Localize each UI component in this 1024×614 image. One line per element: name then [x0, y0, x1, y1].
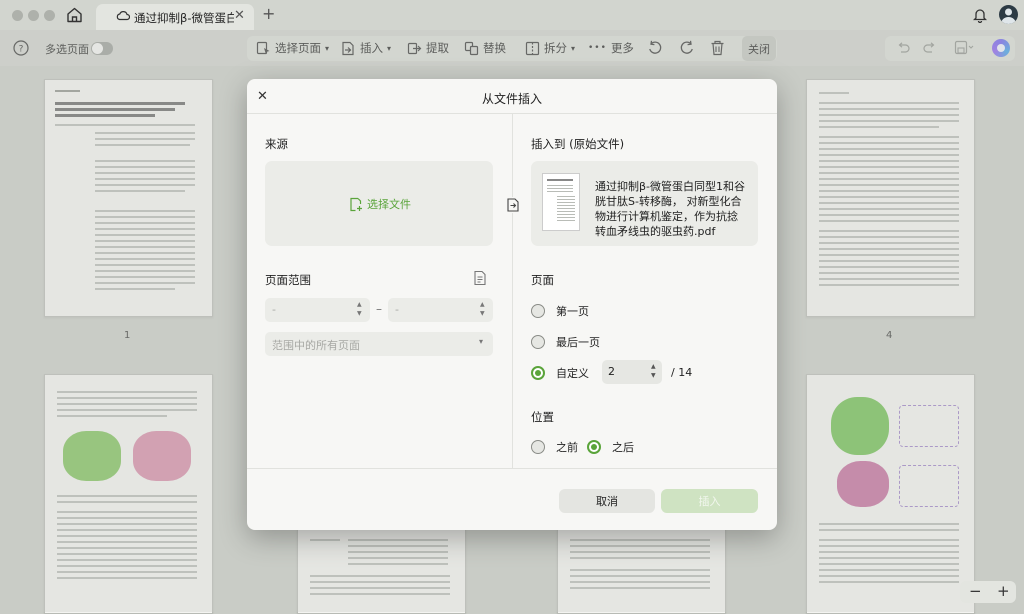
after-option[interactable]: 之后: [587, 439, 634, 455]
last-page-label: 最后一页: [556, 336, 600, 349]
range-to-field[interactable]: - ▲ ▼: [388, 298, 493, 322]
zoom-out-button[interactable]: −: [969, 582, 982, 600]
before-label: 之前: [556, 441, 578, 454]
custom-page-stepper[interactable]: ▲ ▼: [651, 362, 656, 380]
pages-header: 页面: [531, 273, 554, 287]
range-from-stepper[interactable]: ▲ ▼: [357, 300, 362, 318]
range-mode-select[interactable]: 范围中的所有页面 ▾: [265, 332, 493, 356]
first-page-option[interactable]: 第一页: [531, 303, 589, 319]
dialog-title: 从文件插入: [481, 92, 542, 106]
before-radio[interactable]: [531, 440, 545, 454]
document-tab[interactable]: 通过抑制β-微管蛋白同型1 ✕: [96, 4, 254, 30]
target-file-thumbnail: [542, 173, 580, 231]
home-icon[interactable]: [66, 7, 83, 26]
swap-direction-icon[interactable]: [506, 197, 520, 213]
title-bar: 通过抑制β-微管蛋白同型1 ✕ +: [0, 0, 1024, 30]
zoom-controls: − +: [960, 581, 1016, 603]
before-option[interactable]: 之前: [531, 439, 578, 455]
first-page-radio[interactable]: [531, 304, 545, 318]
custom-page-value: 2: [608, 365, 615, 378]
last-page-option[interactable]: 最后一页: [531, 334, 600, 350]
custom-page-radio[interactable]: [531, 366, 545, 380]
window-minimize-dot[interactable]: [28, 10, 39, 21]
column-divider: [512, 114, 513, 468]
tab-title: 通过抑制β-微管蛋白同型1: [134, 11, 234, 25]
new-tab-icon[interactable]: +: [262, 4, 275, 23]
cloud-icon: [116, 9, 131, 24]
insert-from-file-dialog: ✕ 从文件插入 来源 选择文件 页面范围 - ▲ ▼ – - ▲ ▼ 范围中的所有页…: [247, 79, 777, 530]
custom-label: 自定义: [556, 367, 589, 380]
position-header: 位置: [531, 410, 554, 424]
range-mode-value: 范围中的所有页面: [272, 339, 360, 352]
last-page-radio[interactable]: [531, 335, 545, 349]
range-dash: –: [376, 302, 382, 316]
chevron-down-icon: ▾: [479, 337, 484, 346]
source-header: 来源: [265, 137, 288, 151]
range-from-placeholder: -: [272, 303, 276, 316]
range-to-stepper[interactable]: ▲ ▼: [480, 300, 485, 318]
add-file-icon: [350, 197, 362, 211]
zoom-in-button[interactable]: +: [997, 582, 1010, 600]
page-range-header: 页面范围: [265, 273, 311, 287]
window-zoom-dot[interactable]: [44, 10, 55, 21]
target-file-card: 通过抑制β-微管蛋白同型1和谷胱甘肽S-转移酶， 对新型化合物进行计算机鉴定，作…: [531, 161, 758, 246]
range-to-placeholder: -: [395, 303, 399, 316]
window-close-dot[interactable]: [12, 10, 23, 21]
avatar[interactable]: [999, 5, 1018, 24]
bell-icon[interactable]: [972, 7, 988, 26]
choose-file-dropzone[interactable]: 选择文件: [265, 161, 493, 246]
after-label: 之后: [612, 441, 634, 454]
first-page-label: 第一页: [556, 305, 589, 318]
tab-close-icon[interactable]: ✕: [234, 8, 245, 23]
custom-page-input[interactable]: 2 ▲ ▼: [602, 360, 662, 384]
footer-divider: [247, 468, 777, 469]
custom-page-option[interactable]: 自定义: [531, 365, 589, 381]
cancel-button[interactable]: 取消: [559, 489, 655, 513]
total-pages: / 14: [671, 366, 693, 379]
insert-confirm-button[interactable]: 插入: [661, 489, 758, 513]
choose-file-label: 选择文件: [367, 198, 411, 211]
insert-to-header: 插入到 (原始文件): [531, 137, 625, 151]
after-radio[interactable]: [587, 440, 601, 454]
range-from-field[interactable]: - ▲ ▼: [265, 298, 370, 322]
target-file-name: 通过抑制β-微管蛋白同型1和谷胱甘肽S-转移酶， 对新型化合物进行计算机鉴定，作…: [595, 180, 745, 238]
page-range-info-icon[interactable]: [473, 270, 487, 289]
